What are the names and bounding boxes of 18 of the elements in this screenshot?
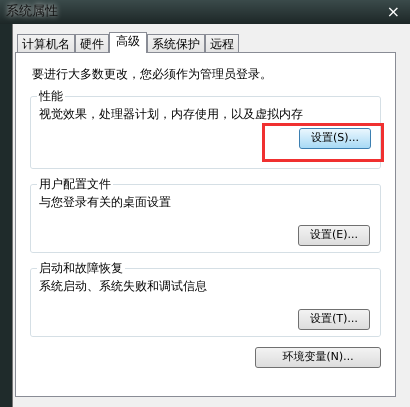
group-title: 性能 — [38, 88, 64, 105]
group-title: 用户配置文件 — [38, 176, 112, 193]
group-title: 启动和故障恢复 — [38, 260, 124, 277]
tab[interactable]: 系统保护 — [147, 34, 205, 52]
tab[interactable]: 硬件 — [75, 34, 109, 52]
notice-text: 要进行大多数更改，您必须作为管理员登录。 — [31, 66, 273, 83]
window-title: 系统属性 — [6, 3, 58, 22]
group-description: 系统启动、系统失败和调试信息 — [39, 278, 208, 295]
group-description: 与您登录有关的桌面设置 — [39, 194, 172, 211]
tab[interactable]: 高级 — [109, 32, 147, 53]
tab[interactable]: 远程 — [205, 34, 239, 52]
tab[interactable]: 计算机名 — [17, 34, 75, 52]
settings-button[interactable]: 设置(S)... — [299, 128, 371, 149]
group-description: 视觉效果，处理器计划，内存使用，以及虚拟内存 — [39, 106, 304, 123]
settings-button[interactable]: 设置(T)... — [298, 309, 370, 330]
settings-button[interactable]: 设置(E)... — [298, 225, 370, 246]
close-button[interactable]: × — [386, 4, 404, 20]
environment-variables-button[interactable]: 环境变量(N)... — [255, 347, 381, 368]
